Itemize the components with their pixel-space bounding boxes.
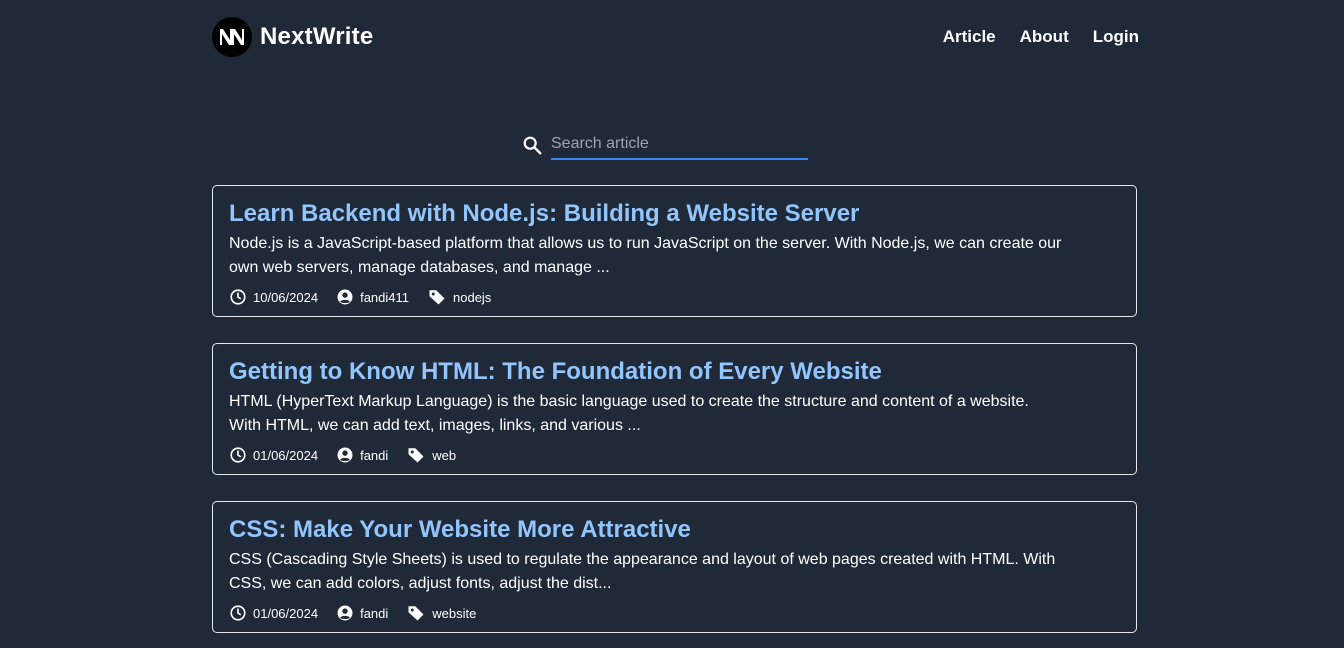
user-icon — [337, 447, 353, 463]
article-tag[interactable]: nodejs — [427, 288, 491, 306]
author-text: fandi — [360, 605, 389, 621]
tag-text: website — [432, 605, 477, 621]
tag-icon — [408, 448, 424, 463]
nav-login[interactable]: Login — [1093, 27, 1139, 47]
article-tag[interactable]: website — [406, 604, 476, 622]
article-excerpt-line: CSS, we can add colors, adjust fonts, ad… — [229, 575, 612, 592]
date-text: 01/06/2024 — [253, 605, 319, 621]
article-meta: 01/06/2024 fandi website — [229, 604, 1120, 622]
clock-icon — [230, 447, 246, 463]
clock-icon — [230, 289, 246, 305]
tag-icon — [408, 606, 424, 621]
article-title[interactable]: Learn Backend with Node.js: Building a W… — [229, 200, 1120, 228]
search-bar — [521, 130, 808, 162]
article-excerpt-line: HTML (HyperText Markup Language) is the … — [229, 393, 1029, 410]
article-excerpt-line: Node.js is a JavaScript-based platform t… — [229, 235, 1062, 252]
logo — [212, 17, 252, 57]
nav-links: Article About Login — [919, 17, 1139, 57]
article-title[interactable]: Getting to Know HTML: The Foundation of … — [229, 358, 1120, 386]
article-card[interactable]: Getting to Know HTML: The Foundation of … — [212, 343, 1137, 475]
brand-name: NextWrite — [260, 23, 374, 50]
article-excerpt-line: With HTML, we can add text, images, link… — [229, 417, 641, 434]
nav-article[interactable]: Article — [943, 27, 996, 47]
search-icon — [523, 136, 542, 155]
article-author: fandi — [336, 446, 388, 464]
article-meta: 10/06/2024 fandi411 nodejs — [229, 288, 1120, 306]
article-author: fandi411 — [336, 288, 409, 306]
search-input[interactable] — [551, 135, 808, 153]
author-text: fandi411 — [360, 289, 409, 305]
article-excerpt-line: CSS (Cascading Style Sheets) is used to … — [229, 551, 1056, 568]
article-card[interactable]: Learn Backend with Node.js: Building a W… — [212, 185, 1137, 317]
article-title[interactable]: CSS: Make Your Website More Attractive — [229, 516, 1120, 544]
article-excerpt: HTML (HyperText Markup Language) is the … — [229, 390, 1120, 438]
brand[interactable]: NextWrite — [212, 17, 373, 57]
article-date: 10/06/2024 — [229, 288, 318, 306]
logo-icon — [220, 29, 244, 45]
article-excerpt: Node.js is a JavaScript-based platform t… — [229, 232, 1120, 280]
article-date: 01/06/2024 — [229, 446, 318, 464]
navbar: NextWrite Article About Login — [212, 17, 1139, 57]
article-excerpt: CSS (Cascading Style Sheets) is used to … — [229, 548, 1120, 596]
tag-icon — [429, 290, 445, 305]
author-text: fandi — [360, 447, 389, 463]
article-excerpt-line: own web servers, manage databases, and m… — [229, 259, 610, 276]
article-author: fandi — [336, 604, 388, 622]
tag-text: web — [432, 447, 457, 463]
article-meta: 01/06/2024 fandi web — [229, 446, 1120, 464]
article-date: 01/06/2024 — [229, 604, 318, 622]
article-tag[interactable]: web — [406, 446, 456, 464]
user-icon — [337, 289, 353, 305]
user-icon — [337, 605, 353, 621]
nav-about[interactable]: About — [1020, 27, 1069, 47]
search-box — [551, 130, 808, 160]
article-card[interactable]: CSS: Make Your Website More Attractive C… — [212, 501, 1137, 633]
tag-text: nodejs — [453, 289, 492, 305]
date-text: 01/06/2024 — [253, 447, 319, 463]
clock-icon — [230, 605, 246, 621]
date-text: 10/06/2024 — [253, 289, 319, 305]
